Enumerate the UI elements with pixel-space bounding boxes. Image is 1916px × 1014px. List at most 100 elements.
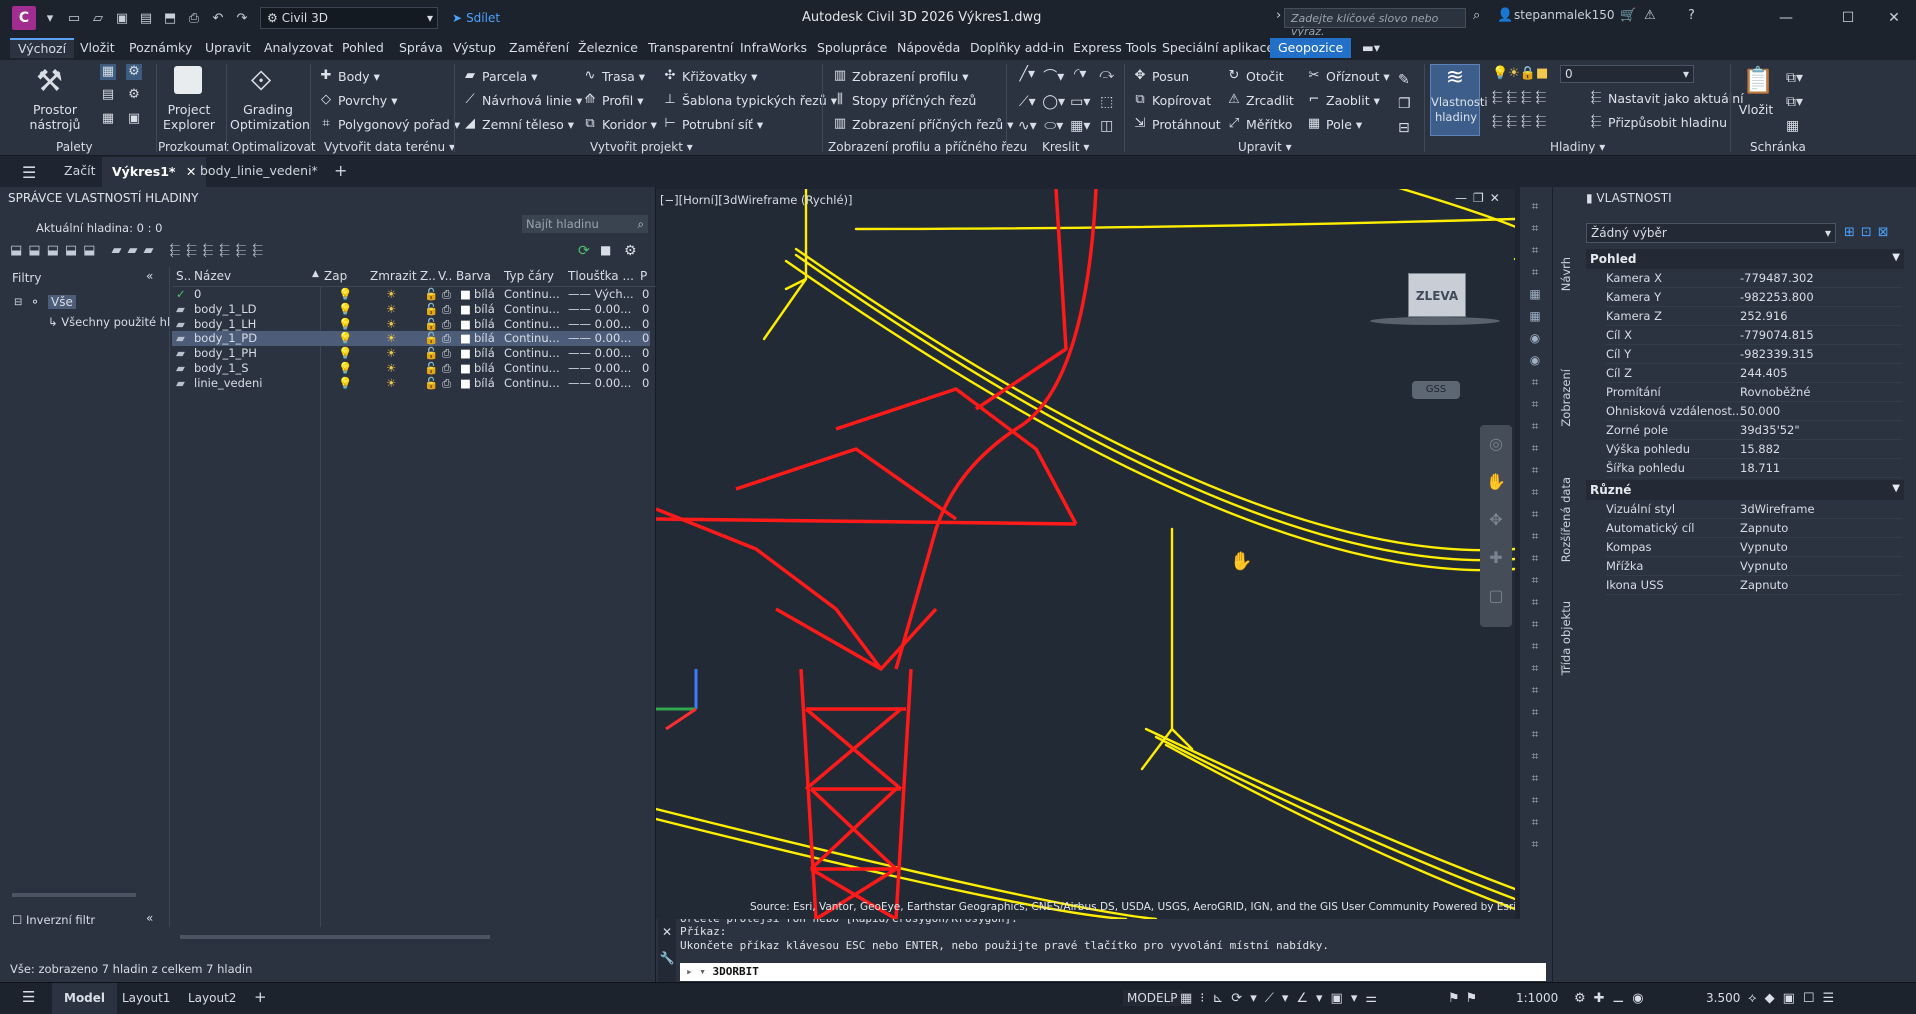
- ribbon-options-icon[interactable]: ▬▾: [1360, 40, 1382, 55]
- layer-linetype[interactable]: Continu...: [504, 361, 560, 375]
- property-value[interactable]: Vypnuto: [1740, 540, 1788, 554]
- copy-clip-icon[interactable]: ⧉▾: [1786, 66, 1803, 90]
- section-ruzne[interactable]: Různé ▼: [1586, 480, 1904, 500]
- navigation-bar[interactable]: ◎ ✋ ✥ ✚ ▢: [1480, 425, 1512, 627]
- side-tab-trida[interactable]: Třída objektu: [1559, 601, 1573, 675]
- layer-linetype[interactable]: Continu...: [504, 376, 560, 390]
- panel-kreslit[interactable]: Kreslit ▾: [1042, 138, 1089, 156]
- layer-linetype[interactable]: Continu...: [504, 287, 560, 301]
- offset-icon[interactable]: ⊟: [1398, 116, 1411, 140]
- layer-row[interactable]: ▰ body_1_LD 💡 ☀ 🔓 ⎙ ■ bílá Continu... —— 0.00... 0: [172, 302, 650, 317]
- curve-icon[interactable]: ⤼: [1094, 66, 1121, 88]
- property-value[interactable]: Rovnoběžné: [1740, 385, 1810, 399]
- tab-infraworks[interactable]: InfraWorks: [738, 40, 809, 55]
- layer-freeze-icon[interactable]: ☀: [386, 317, 396, 331]
- property-value[interactable]: 3dWireframe: [1740, 502, 1815, 516]
- property-row[interactable]: Zorné pole 39d35'52": [1606, 421, 1902, 440]
- layer-on-icon[interactable]: 💡: [338, 331, 352, 345]
- layer-on-icon[interactable]: 💡: [338, 346, 352, 360]
- command-input[interactable]: ▸ ▾ 3DORBIT: [680, 963, 1546, 981]
- match-props-icon[interactable]: ▦: [1786, 114, 1803, 138]
- property-value[interactable]: Vypnuto: [1740, 559, 1788, 573]
- layer-transparency[interactable]: 0: [642, 287, 649, 301]
- layer-freeze-icon[interactable]: ☀: [386, 361, 396, 375]
- tab-layout2[interactable]: Layout2: [188, 991, 236, 1005]
- cart-icon[interactable]: 🛒: [1620, 8, 1636, 23]
- layer-linetype[interactable]: Continu...: [504, 302, 560, 316]
- property-row[interactable]: Mřížka Vypnuto: [1606, 557, 1902, 576]
- drawing-viewport[interactable]: [−][Horní][3dWireframe (Rychlé)] —❐✕ ZLE…: [656, 189, 1515, 919]
- layer-status-icon[interactable]: ▰: [176, 317, 185, 331]
- tab-second-drawing[interactable]: body_linie_vedeni*: [200, 163, 318, 178]
- koridor-button[interactable]: ⧉ Koridor ▾: [582, 116, 657, 132]
- layer-lineweight[interactable]: —— 0.00...: [568, 361, 631, 375]
- annotation-toggles[interactable]: ⚑⚑: [1448, 991, 1483, 1006]
- layer-lock-icon[interactable]: 🔓: [424, 346, 438, 360]
- layer-on-icon[interactable]: 💡: [338, 317, 352, 331]
- tool-strip-icons[interactable]: ⌗ ⌗ ⌗ ⌗ ▦ ▦ ◉ ◉ ⌗ ⌗ ⌗ ⌗ ⌗ ⌗ ⌗ ⌗ ⌗ ⌗ ⌗ ⌗ ⌗ ⌗ ⌗ ⌗ ⌗ ⌗ ⌗ ⌗ ⌗ ⌗: [1524, 195, 1546, 855]
- refresh-icon[interactable]: ⟳: [578, 243, 590, 259]
- layer-status-icon[interactable]: ✓: [176, 287, 186, 301]
- selection-dropdown[interactable]: Žádný výběr ▾: [1586, 223, 1836, 243]
- tab-analyzovat[interactable]: Analyzovat: [262, 40, 335, 55]
- tab-sprava[interactable]: Správa: [397, 40, 445, 55]
- panel-hladiny[interactable]: Hladiny ▾: [1550, 138, 1605, 156]
- property-row[interactable]: Cíl X -779074.815: [1606, 326, 1902, 345]
- layer-name[interactable]: linie_vedeni: [194, 376, 262, 390]
- parcela-button[interactable]: ▰ Parcela ▾: [462, 68, 537, 84]
- layer-lock-icon[interactable]: 🔓: [424, 317, 438, 331]
- tab-geopozice[interactable]: Geopozice: [1270, 38, 1352, 58]
- layer-lineweight[interactable]: —— 0.00...: [568, 331, 631, 345]
- stop-icon[interactable]: ■: [600, 243, 611, 257]
- layer-lineweight[interactable]: —— 0.00...: [568, 346, 631, 360]
- layer-row[interactable]: ▰ linie_vedeni 💡 ☀ 🔓 ⎙ ■ bílá Continu... —— 0.00.…: [172, 376, 650, 391]
- layer-transparency[interactable]: 0: [642, 331, 649, 345]
- side-tab-navrh[interactable]: Návrh: [1559, 257, 1573, 291]
- project-explorer-icon[interactable]: [174, 66, 202, 94]
- zobrazeni-profilu-button[interactable]: ▥ Zobrazení profilu ▾: [832, 68, 969, 84]
- property-value[interactable]: -982253.800: [1740, 290, 1814, 304]
- annotation-scale[interactable]: 1:1000: [1516, 991, 1558, 1005]
- layer-transparency[interactable]: 0: [642, 317, 649, 331]
- layer-transparency[interactable]: 0: [642, 376, 649, 390]
- tab-transparentni[interactable]: Transparentní: [646, 40, 735, 55]
- layer-row[interactable]: ▰ body_1_S 💡 ☀ 🔓 ⎙ ■ bílá Continu... —— 0.00... 0: [172, 361, 650, 376]
- add-layout-icon[interactable]: +: [254, 988, 267, 1006]
- tab-napoveda[interactable]: Nápověda: [895, 40, 962, 55]
- tab-upravit[interactable]: Upravit: [203, 40, 253, 55]
- layer-on-icon[interactable]: 💡: [338, 361, 352, 375]
- wcs-menu[interactable]: GSS: [1412, 381, 1460, 399]
- new-tab-icon[interactable]: +: [334, 161, 347, 180]
- palette-icon[interactable]: ▦: [100, 64, 116, 80]
- display-value[interactable]: 3.500: [1706, 991, 1740, 1005]
- app-logo[interactable]: C: [12, 6, 36, 30]
- tab-pohled[interactable]: Pohled: [340, 40, 386, 55]
- layer-color-swatch[interactable]: ■: [460, 287, 471, 301]
- property-value[interactable]: 252.916: [1740, 309, 1788, 323]
- col-lock[interactable]: Z..: [420, 269, 436, 283]
- property-row[interactable]: Kompas Vypnuto: [1606, 538, 1902, 557]
- line-icon[interactable]: ╱▾: [1014, 66, 1041, 88]
- panel-zobrazeni[interactable]: Zobrazení profilu a příčného řezu: [828, 138, 1027, 156]
- collapse-icon[interactable]: «: [146, 911, 153, 925]
- layer-lineweight[interactable]: —— Vých...: [568, 287, 634, 301]
- layer-plot-icon[interactable]: ⎙: [442, 287, 451, 302]
- profil-button[interactable]: ⟰ Profil ▾: [582, 92, 644, 108]
- col-linetype[interactable]: Typ čáry: [504, 269, 554, 283]
- set-current-button[interactable]: ⬱ Nastavit jako aktuální: [1588, 90, 1744, 106]
- panel-upravit[interactable]: Upravit ▾: [1238, 138, 1292, 156]
- clipboard-icon[interactable]: 📋: [1742, 66, 1774, 96]
- save-icon[interactable]: ▣: [112, 8, 132, 28]
- panel-prozkoumat[interactable]: Prozkoumat: [158, 138, 229, 156]
- property-value[interactable]: Zapnuto: [1740, 521, 1788, 535]
- tab-model[interactable]: Model: [52, 983, 118, 1014]
- tab-spoluprace[interactable]: Spolupráce: [815, 40, 889, 55]
- user-name[interactable]: stepanmalek150: [1514, 8, 1615, 22]
- tab-zamereni[interactable]: Zaměření: [507, 40, 571, 55]
- layer-lock-icon[interactable]: 🔓: [424, 331, 438, 345]
- pole-button[interactable]: ▦ Pole ▾: [1306, 116, 1362, 132]
- side-tab-rozsirena[interactable]: Rozšířená data: [1559, 477, 1573, 562]
- layer-name[interactable]: body_1_PD: [194, 331, 257, 345]
- layer-on-icon[interactable]: 💡: [338, 376, 352, 390]
- panel-schranka[interactable]: Schránka: [1750, 138, 1806, 156]
